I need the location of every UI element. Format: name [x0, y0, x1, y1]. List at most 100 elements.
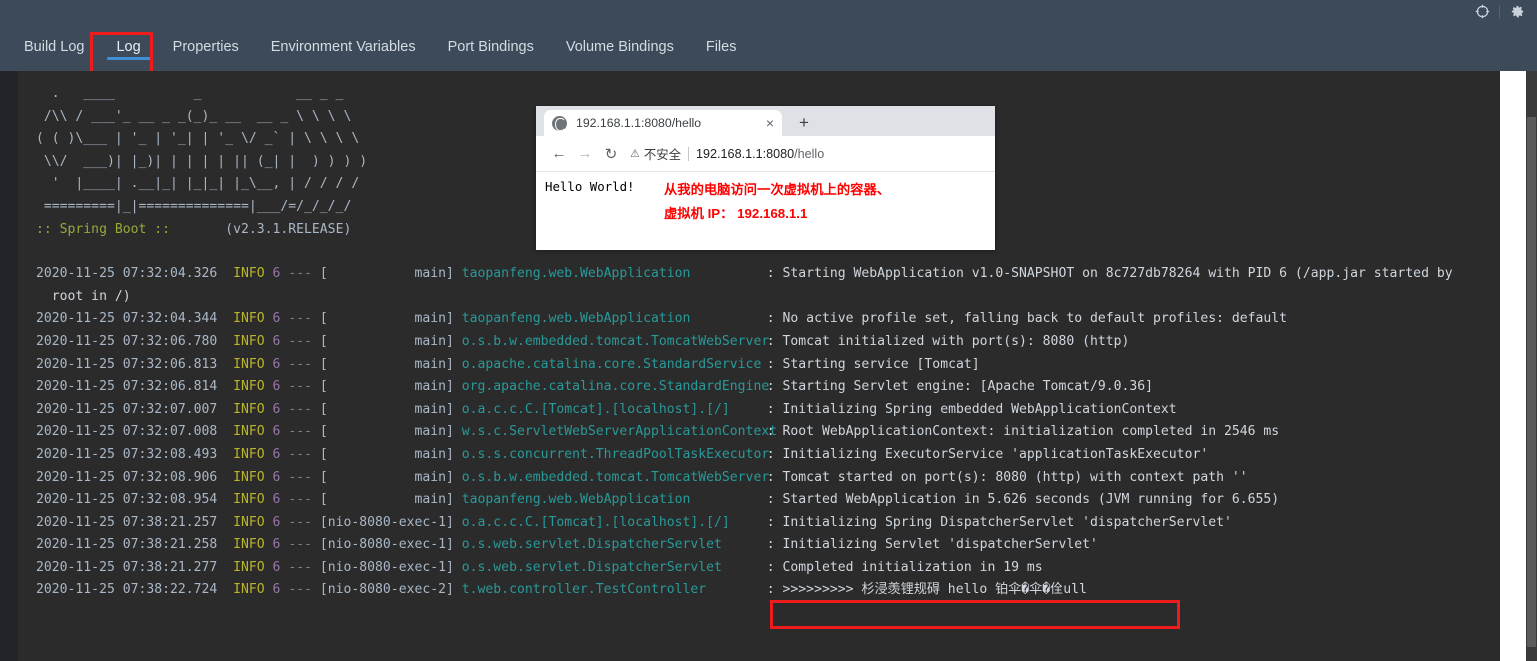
new-tab-icon[interactable]: +	[794, 113, 814, 133]
tab-label: Port Bindings	[447, 39, 534, 55]
log-dash: ---	[288, 446, 312, 462]
log-line: 2020-11-25 07:32:07.007 INFO 6 --- [ mai…	[36, 399, 1500, 422]
log-msg: : No active profile set, falling back to…	[766, 311, 1288, 327]
tab-bar: Build Log Log Properties Environment Var…	[0, 23, 1537, 72]
log-msg: : Initializing ExecutorService 'applicat…	[766, 446, 1209, 462]
log-line: 2020-11-25 07:32:04.326 INFO 6 --- [ mai…	[36, 263, 1500, 286]
log-msg: : Root WebApplicationContext: initializa…	[766, 424, 1280, 440]
tab-label: Environment Variables	[270, 39, 416, 55]
tab-properties[interactable]: Properties	[157, 23, 255, 71]
log-thread: [nio-8080-exec-1]	[319, 537, 454, 553]
log-line: 2020-11-25 07:38:22.724 INFO 6 --- [nio-…	[36, 579, 1500, 602]
log-thread: [nio-8080-exec-1]	[319, 559, 454, 575]
log-msg: : Starting Servlet engine: [Apache Tomca…	[766, 379, 1154, 395]
annotation-line-2: 虚拟机 IP： 192.168.1.1	[664, 206, 808, 221]
log-pid: 6	[272, 514, 281, 530]
forward-icon[interactable]: →	[572, 141, 598, 167]
log-pid: 6	[272, 537, 281, 553]
log-dash: ---	[288, 356, 312, 372]
log-line-list: 2020-11-25 07:32:04.326 INFO 6 --- [ mai…	[36, 263, 1500, 602]
log-msg: : Tomcat initialized with port(s): 8080 …	[766, 333, 1130, 349]
reload-icon[interactable]: ↻	[598, 141, 624, 167]
log-level: INFO	[233, 492, 265, 508]
console-scrollbar-track[interactable]	[1526, 71, 1537, 661]
globe-favicon-icon	[552, 115, 567, 131]
browser-window-overlay: 192.168.1.1:8080/hello × + ← → ↻ ⚠ 不安全 1…	[536, 106, 995, 250]
log-thread: [ main]	[319, 266, 454, 282]
security-label: 不安全	[643, 147, 682, 162]
log-line: 2020-11-25 07:32:08.954 INFO 6 --- [ mai…	[36, 489, 1500, 512]
log-level: INFO	[233, 424, 265, 440]
tab-files[interactable]: Files	[690, 23, 753, 71]
log-line: 2020-11-25 07:38:21.258 INFO 6 --- [nio-…	[36, 534, 1500, 557]
tab-environment-variables[interactable]: Environment Variables	[255, 23, 432, 71]
address-bar[interactable]: ⚠ 不安全 192.168.1.1:8080/hello	[630, 142, 985, 166]
browser-toolbar: ← → ↻ ⚠ 不安全 192.168.1.1:8080/hello	[536, 136, 995, 172]
log-logger: o.s.s.concurrent.ThreadPoolTaskExecutor	[461, 446, 770, 462]
tab-label: Volume Bindings	[565, 39, 674, 55]
log-dash: ---	[288, 311, 312, 327]
console-scrollbar-thumb[interactable]	[1527, 117, 1536, 647]
log-line: 2020-11-25 07:38:21.277 INFO 6 --- [nio-…	[36, 557, 1500, 580]
active-tab-underline	[106, 57, 151, 60]
tab-build-log[interactable]: Build Log	[18, 23, 100, 71]
log-msg: : Initializing Spring embedded WebApplic…	[766, 401, 1177, 417]
log-ts: 2020-11-25 07:32:06.813	[36, 356, 218, 372]
log-pid: 6	[272, 582, 281, 598]
log-logger: org.apache.catalina.core.StandardEngine	[461, 379, 770, 395]
log-pid: 6	[272, 311, 281, 327]
tab-label: Build Log	[24, 39, 85, 55]
docker-container-log-viewer: Build Log Log Properties Environment Var…	[0, 0, 1537, 661]
page-annotation-note: 从我的电脑访问一次虚拟机上的容器、 虚拟机 IP： 192.168.1.1	[664, 178, 890, 226]
log-thread: [ main]	[319, 446, 454, 462]
log-dash: ---	[288, 333, 312, 349]
log-msg: : Initializing Spring DispatcherServlet …	[766, 514, 1232, 530]
log-logger: o.a.c.c.C.[Tomcat].[localhost].[/]	[461, 514, 730, 530]
tab-label: Log	[116, 39, 141, 55]
log-level: INFO	[233, 311, 265, 327]
tab-volume-bindings[interactable]: Volume Bindings	[550, 23, 690, 71]
log-logger: o.s.b.w.embedded.tomcat.TomcatWebServer	[461, 333, 770, 349]
log-logger: o.apache.catalina.core.StandardService	[461, 356, 762, 372]
log-thread: [nio-8080-exec-2]	[319, 582, 454, 598]
log-line-continuation: root in /)	[36, 288, 131, 304]
browser-tab[interactable]: 192.168.1.1:8080/hello ×	[544, 110, 782, 136]
log-line: 2020-11-25 07:32:04.344 INFO 6 --- [ mai…	[36, 308, 1500, 331]
titlebar-separator	[1499, 4, 1500, 19]
log-line: 2020-11-25 07:32:06.813 INFO 6 --- [ mai…	[36, 354, 1500, 377]
log-pid: 6	[272, 559, 281, 575]
log-thread: [ main]	[319, 311, 454, 327]
log-msg: : Starting service [Tomcat]	[766, 356, 980, 372]
log-level: INFO	[233, 514, 265, 530]
log-pid: 6	[272, 379, 281, 395]
log-ts: 2020-11-25 07:32:08.954	[36, 492, 218, 508]
log-level: INFO	[233, 356, 265, 372]
banner-name: :: Spring Boot ::	[36, 221, 171, 237]
tab-log[interactable]: Log	[100, 23, 156, 71]
log-logger: o.s.web.servlet.DispatcherServlet	[461, 537, 722, 553]
url-path: /hello	[794, 146, 825, 161]
log-dash: ---	[288, 582, 312, 598]
page-body-text: Hello World!	[545, 179, 635, 194]
target-icon[interactable]	[1468, 0, 1496, 23]
log-msg: : Starting WebApplication v1.0-SNAPSHOT …	[766, 266, 1453, 282]
log-line: 2020-11-25 07:32:08.493 INFO 6 --- [ mai…	[36, 444, 1500, 467]
log-pid: 6	[272, 356, 281, 372]
close-icon[interactable]: ×	[766, 116, 774, 130]
log-dash: ---	[288, 266, 312, 282]
gear-icon[interactable]	[1503, 0, 1531, 23]
log-ts: 2020-11-25 07:32:08.906	[36, 469, 218, 485]
log-dash: ---	[288, 559, 312, 575]
tab-port-bindings[interactable]: Port Bindings	[432, 23, 550, 71]
log-level: INFO	[233, 469, 265, 485]
log-dash: ---	[288, 424, 312, 440]
banner-version: (v2.3.1.RELEASE)	[225, 221, 352, 237]
log-level: INFO	[233, 559, 265, 575]
browser-tab-strip: 192.168.1.1:8080/hello × +	[536, 106, 995, 136]
log-logger: taopanfeng.web.WebApplication	[461, 311, 691, 327]
log-pid: 6	[272, 492, 281, 508]
log-thread: [ main]	[319, 333, 454, 349]
log-ts: 2020-11-25 07:38:21.258	[36, 537, 218, 553]
log-ts: 2020-11-25 07:32:06.780	[36, 333, 218, 349]
back-icon[interactable]: ←	[546, 141, 572, 167]
